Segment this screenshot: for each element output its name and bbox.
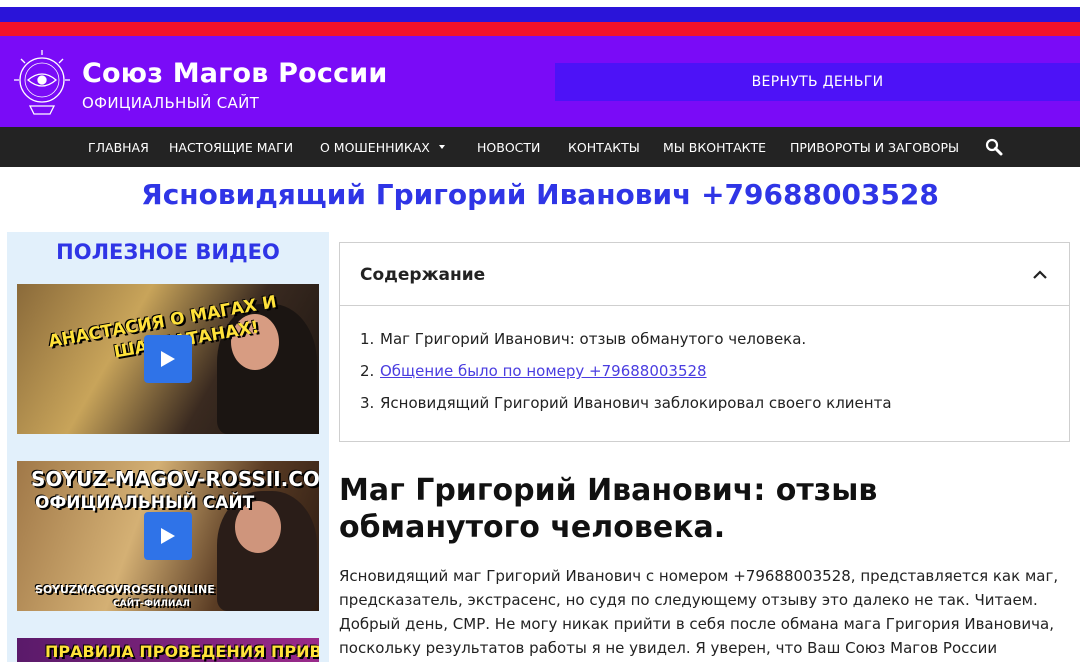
site-title[interactable]: Союз Магов России [82,58,388,89]
toc-item-number: 1. [360,330,375,348]
chevron-up-icon[interactable] [1032,267,1048,283]
sidebar-title: ПОЛЕЗНОЕ ВИДЕО [56,240,280,264]
toc-title: Содержание [360,265,486,285]
nav-item-contacts[interactable]: КОНТАКТЫ [568,127,640,167]
video-caption-line: ПРАВИЛА ПРОВЕДЕНИЯ ПРИВОРОТА! [45,642,319,661]
nav-item-vkontakte[interactable]: МЫ ВКОНТАКТЕ [663,127,766,167]
nav-item-news[interactable]: НОВОСТИ [477,127,540,167]
nav-item-about-scammers-label: О МОШЕННИКАХ [320,139,430,155]
nav-item-home[interactable]: ГЛАВНАЯ [88,127,149,167]
crystal-ball-eye-icon[interactable] [8,48,76,118]
nav-item-real-mages[interactable]: НАСТОЯЩИЕ МАГИ [169,127,293,167]
video-caption-line: ОФИЦИАЛЬНЫЙ САЙТ [35,493,255,513]
search-icon[interactable] [985,138,1003,156]
toc-item-link[interactable]: Общение было по номеру +79688003528 [380,362,707,380]
page-title: Ясновидящий Григорий Иванович +796880035… [141,178,939,211]
nav-item-about-scammers[interactable]: О МОШЕННИКАХ [320,127,445,167]
toc-item: 1. Маг Григорий Иванович: отзыв обманутог… [360,330,806,348]
video-thumbnail-3[interactable]: ПРАВИЛА ПРОВЕДЕНИЯ ПРИВОРОТА! [17,638,319,662]
toc-header[interactable]: Содержание [340,243,1069,306]
play-icon[interactable] [144,335,192,383]
video-caption-line: SOYUZMAGOVROSSII.ONLINE [35,583,215,596]
site-subtitle: ОФИЦИАЛЬНЫЙ САЙТ [82,94,260,112]
main-nav: ГЛАВНАЯ НАСТОЯЩИЕ МАГИ О МОШЕННИКАХ НОВО… [0,127,1080,167]
sidebar: ПОЛЕЗНОЕ ВИДЕО АНАСТАСИЯ О МАГАХ И ШАРЛА… [7,232,329,662]
top-stripe-red [0,22,1080,36]
refund-button[interactable]: ВЕРНУТЬ ДЕНЬГИ [555,63,1080,101]
table-of-contents: Содержание 1. Маг Григорий Иванович: отзы… [339,242,1070,442]
toc-item-number: 2. [360,362,375,380]
video-thumbnail-1[interactable]: АНАСТАСИЯ О МАГАХ И ШАРЛАТАНАХ! [17,284,319,434]
nav-item-love-spells[interactable]: ПРИВОРОТЫ И ЗАГОВОРЫ [790,127,959,167]
toc-item: 2. Общение было по номеру +79688003528 [360,362,707,380]
toc-item: 3. Ясновидящий Григорий Иванович заблокир… [360,394,892,412]
video-caption-line: САЙТ-ФИЛИАЛ [113,599,190,609]
top-stripe-blue [0,7,1080,22]
video-thumbnail-2[interactable]: SOYUZ-MAGOV-ROSSII.COM ОФИЦИАЛЬНЫЙ САЙТ … [17,461,319,611]
play-icon[interactable] [144,512,192,560]
toc-item-label[interactable]: Маг Григорий Иванович: отзыв обманутого … [380,330,806,348]
article-heading: Маг Григорий Иванович: отзыв обманутого … [339,473,878,545]
toc-item-label[interactable]: Ясновидящий Григорий Иванович заблокиров… [380,394,892,412]
site-header: Союз Магов России ОФИЦИАЛЬНЫЙ САЙТ ВЕРНУ… [0,36,1080,127]
top-stripe-white [0,0,1080,7]
toc-item-number: 3. [360,394,375,412]
video-caption-line: SOYUZ-MAGOV-ROSSII.COM [31,467,319,491]
article-paragraph: Ясновидящий маг Григорий Иванович с номе… [339,567,1059,657]
chevron-down-icon [438,145,445,149]
